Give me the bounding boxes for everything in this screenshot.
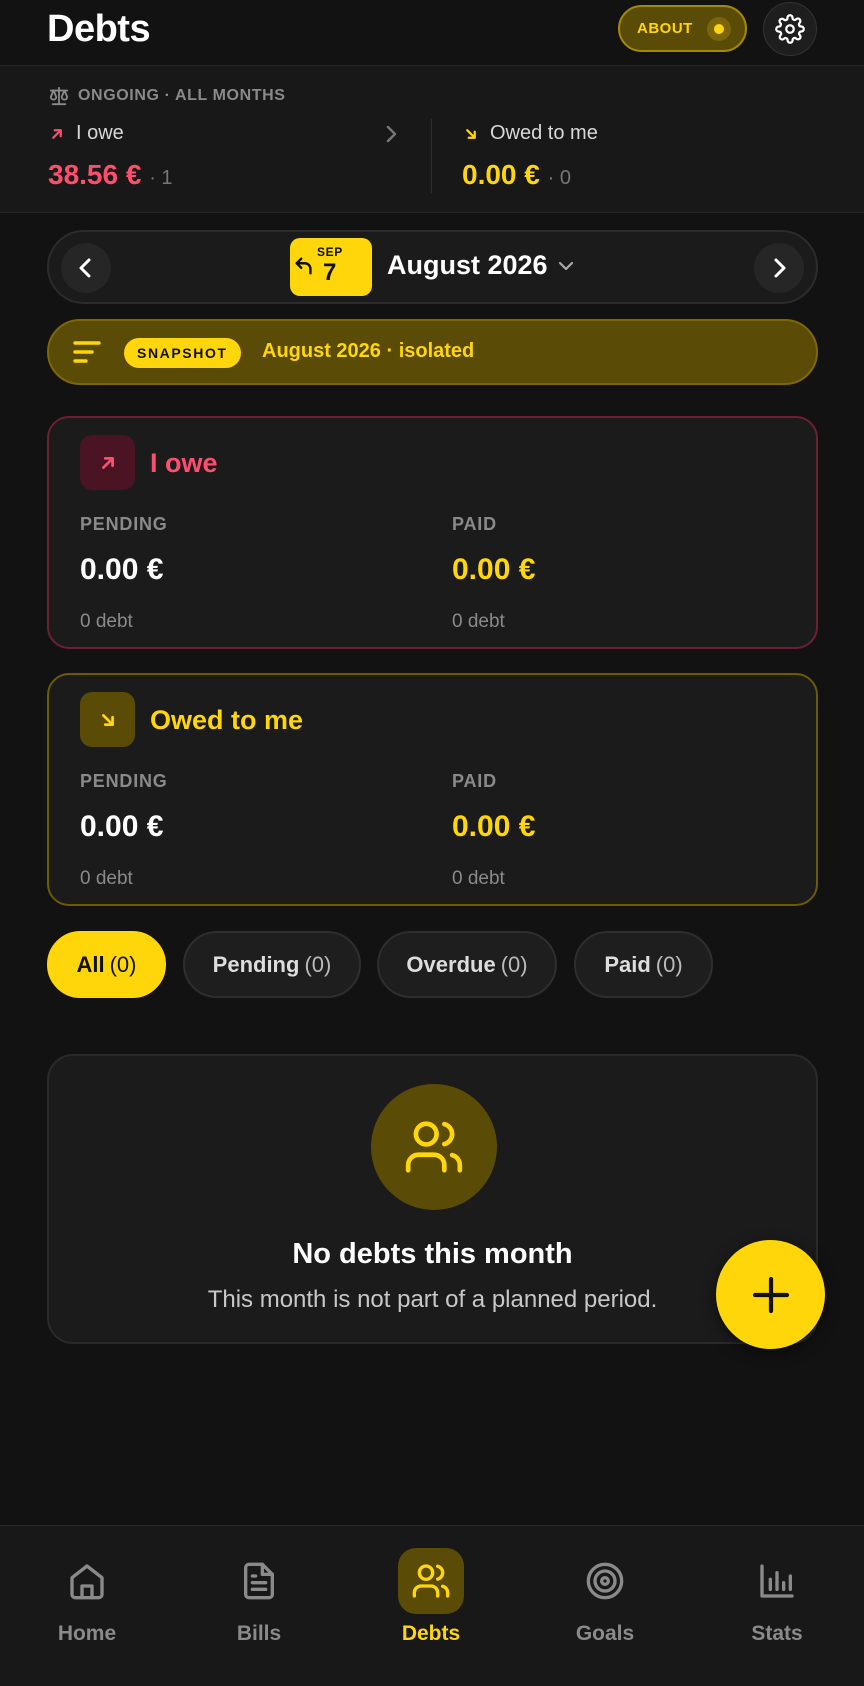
chevron-down-icon [558, 261, 573, 270]
empty-state-subtitle: This month is not part of a planned peri… [207, 1286, 658, 1313]
nav-goals[interactable]: Goals [550, 1548, 660, 1646]
i-owe-summary-amount: 38.56 € [48, 159, 142, 190]
users-icon [412, 1564, 450, 1598]
nav-goals-label: Goals [575, 1622, 635, 1645]
arrow-down-right-icon [101, 713, 114, 726]
i-owe-summary-label: I owe [76, 122, 124, 144]
snapshot-text: August 2026 · isolated [262, 340, 475, 362]
i-owe-card[interactable]: I owe PENDING 0.00 € 0 debt PAID 0.00 € … [47, 416, 818, 649]
i-owe-card-icon [80, 435, 135, 490]
about-button[interactable]: ABOUT [618, 5, 747, 52]
owed-to-me-summary-label: Owed to me [490, 122, 598, 144]
filter-paid-chip[interactable]: Paid (0) [574, 931, 713, 998]
filter-paid-label: Paid [604, 951, 651, 977]
document-icon [244, 1562, 274, 1600]
nav-bills-label: Bills [236, 1622, 282, 1645]
owed-to-me-paid-label: PAID [452, 771, 497, 791]
today-chip-day: 7 [323, 259, 337, 286]
empty-state-title: No debts this month [292, 1238, 573, 1270]
nav-stats-label: Stats [751, 1622, 803, 1645]
i-owe-pending-label: PENDING [80, 514, 168, 534]
filter-all-label: All [76, 951, 105, 977]
i-owe-pending: PENDING 0.00 € 0 debt [80, 514, 168, 633]
gear-icon [775, 14, 805, 44]
i-owe-pending-value: 0.00 € [80, 553, 164, 586]
nav-home[interactable]: Home [32, 1548, 142, 1646]
previous-month-button[interactable] [61, 243, 111, 293]
arrow-down-right-icon [466, 128, 476, 139]
owed-to-me-paid-count: 0 debt [452, 868, 505, 889]
page-title: Debts [47, 8, 151, 50]
filter-all-count: (0) [109, 951, 137, 977]
chevron-right-icon[interactable] [384, 124, 398, 144]
plus-icon [752, 1276, 789, 1313]
bottom-navigation: Home Bills Debts Goals Stats [0, 1525, 864, 1686]
owed-to-me-paid: PAID 0.00 € 0 debt [452, 771, 535, 890]
owed-to-me-paid-value: 0.00 € [452, 810, 536, 843]
bar-chart-icon [760, 1564, 794, 1598]
empty-state-icon [371, 1084, 497, 1210]
snapshot-banner[interactable]: SNAPSHOT August 2026 · isolated [47, 319, 818, 385]
ongoing-summary: ONGOING · ALL MONTHS I owe 38.56 € · 1 O… [0, 66, 864, 213]
month-navigator: SEP 7 August 2026 [47, 230, 818, 304]
filter-overdue-label: Overdue [406, 951, 496, 977]
return-arrow-icon [295, 257, 312, 275]
settings-button[interactable] [763, 2, 817, 56]
filter-pending-count: (0) [304, 951, 332, 977]
target-icon [586, 1562, 624, 1600]
owed-to-me-summary[interactable]: Owed to me 0.00 € · 0 [462, 122, 598, 191]
sort-lines-icon [73, 341, 101, 363]
owed-to-me-pending-value: 0.00 € [80, 810, 164, 843]
today-chip-month: SEP [317, 245, 343, 259]
nav-home-label: Home [57, 1622, 117, 1645]
i-owe-summary-count: · 1 [149, 167, 173, 189]
empty-state-card: No debts this month This month is not pa… [47, 1054, 818, 1344]
i-owe-card-title: I owe [150, 448, 218, 478]
summary-divider [431, 119, 432, 193]
about-label: ABOUT [637, 20, 693, 37]
users-icon [405, 1121, 463, 1173]
i-owe-paid: PAID 0.00 € 0 debt [452, 514, 535, 633]
nav-stats[interactable]: Stats [722, 1548, 832, 1646]
filter-overdue-count: (0) [500, 951, 528, 977]
owed-to-me-card-title: Owed to me [150, 705, 304, 735]
next-month-button[interactable] [754, 243, 804, 293]
month-label: August 2026 [387, 250, 548, 280]
owed-to-me-card-icon [80, 692, 135, 747]
i-owe-paid-label: PAID [452, 514, 497, 534]
owed-to-me-pending: PENDING 0.00 € 0 debt [80, 771, 168, 890]
owed-to-me-summary-count: · 0 [547, 167, 571, 189]
about-toggle-dot-icon [707, 17, 731, 41]
owed-to-me-pending-label: PENDING [80, 771, 168, 791]
filter-paid-count: (0) [655, 951, 683, 977]
nav-debts-label: Debts [401, 1622, 461, 1645]
add-debt-button[interactable] [716, 1240, 825, 1349]
arrow-up-right-icon [101, 456, 114, 469]
filter-all-chip[interactable]: All (0) [47, 931, 166, 998]
i-owe-pending-count: 0 debt [80, 611, 133, 632]
scale-icon [49, 86, 69, 106]
top-bar: Debts ABOUT [0, 0, 864, 66]
chevron-left-icon [79, 258, 91, 278]
owed-to-me-summary-amount: 0.00 € [462, 159, 540, 190]
i-owe-summary[interactable]: I owe 38.56 € · 1 [48, 122, 173, 191]
nav-bills[interactable]: Bills [204, 1548, 314, 1646]
ongoing-caption: ONGOING · ALL MONTHS [48, 86, 286, 106]
owed-to-me-pending-count: 0 debt [80, 868, 133, 889]
filter-pending-label: Pending [212, 951, 300, 977]
chevron-right-icon [774, 258, 786, 278]
nav-debts[interactable]: Debts [376, 1548, 486, 1646]
snapshot-badge: SNAPSHOT [124, 338, 241, 368]
i-owe-paid-count: 0 debt [452, 611, 505, 632]
today-date-chip[interactable]: SEP 7 [290, 238, 372, 296]
ongoing-caption-text: ONGOING · ALL MONTHS [78, 87, 286, 104]
arrow-up-right-icon [52, 128, 62, 139]
month-selector[interactable]: August 2026 [387, 250, 574, 281]
i-owe-paid-value: 0.00 € [452, 553, 536, 586]
owed-to-me-card[interactable]: Owed to me PENDING 0.00 € 0 debt PAID 0.… [47, 673, 818, 906]
filter-pending-chip[interactable]: Pending (0) [183, 931, 361, 998]
home-icon [70, 1564, 104, 1600]
filter-overdue-chip[interactable]: Overdue (0) [377, 931, 557, 998]
